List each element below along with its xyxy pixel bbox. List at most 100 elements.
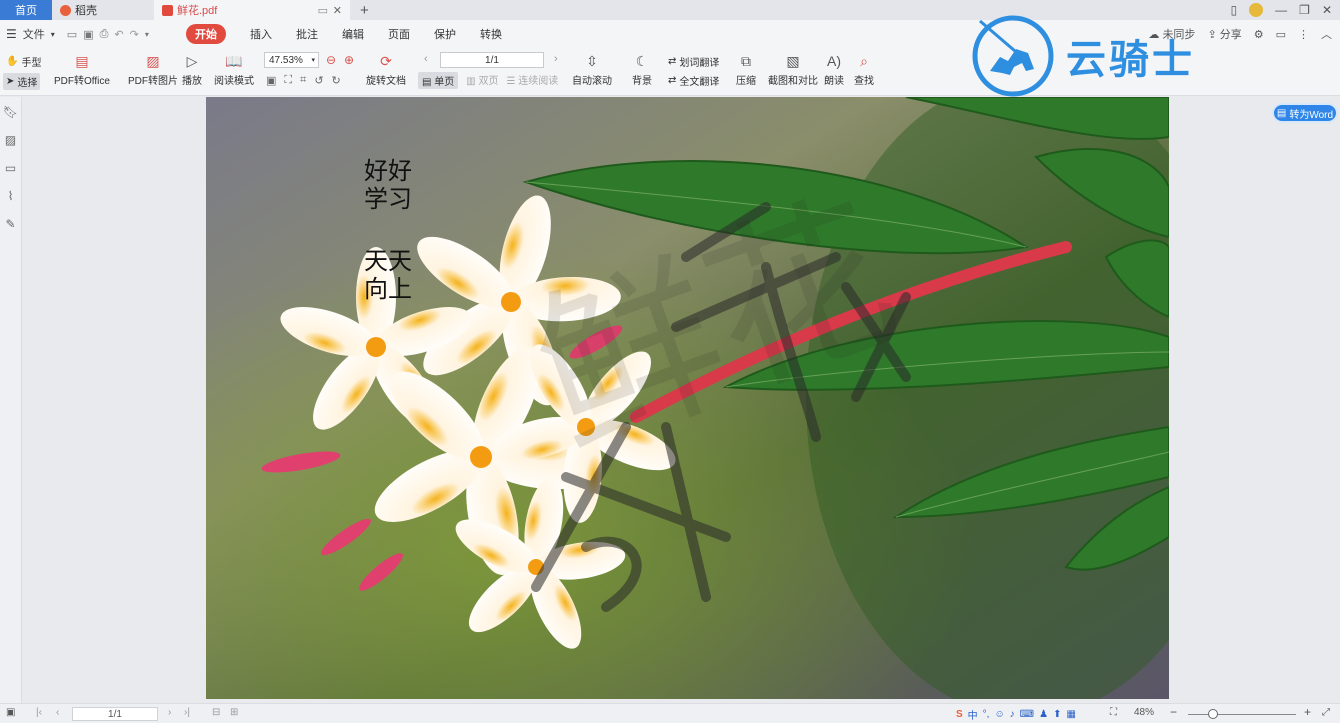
zoom-out-icon[interactable]: −	[1170, 705, 1177, 719]
pin-icon[interactable]: ▭	[318, 4, 328, 17]
tab-edit[interactable]: 编辑	[342, 26, 364, 42]
select-tool[interactable]: ➤ 选择	[3, 73, 41, 90]
tab-home[interactable]: 首页	[0, 0, 52, 20]
open-icon[interactable]: ▭	[67, 28, 77, 41]
zoom-slider-handle[interactable]	[1208, 709, 1218, 719]
compress-button[interactable]: ⧉ 压缩	[736, 52, 756, 88]
hand-tool[interactable]: ✋ 手型	[6, 54, 41, 69]
comment-icon[interactable]: ▭	[5, 161, 16, 175]
zoom-slider-track[interactable]	[1188, 714, 1296, 715]
double-page-label: 双页	[478, 76, 499, 87]
forward-view-icon[interactable]: ⊞	[230, 707, 238, 718]
chevron-down-icon[interactable]: ▾	[51, 30, 55, 39]
screenshot-compare-button[interactable]: ▧ 截图和对比	[768, 52, 818, 88]
background-button[interactable]: ☾ 背景	[632, 52, 652, 88]
thumbnail-icon[interactable]: ▨	[5, 133, 16, 147]
tab-page[interactable]: 页面	[388, 26, 410, 42]
tab-annotate[interactable]: 批注	[296, 26, 318, 42]
word-translate-label: 划词翻译	[679, 58, 720, 69]
double-page-button[interactable]: ▥ 双页	[466, 72, 498, 89]
rotate-right-icon[interactable]: ↻	[332, 74, 341, 87]
auto-scroll-button[interactable]: ⇳ 自动滚动	[572, 52, 612, 88]
zoom-in-icon[interactable]: +	[1304, 705, 1311, 719]
zoom-input[interactable]: 47.53% ▾	[264, 52, 319, 68]
rotate-left-icon[interactable]: ↺	[314, 74, 323, 87]
hamburger-icon[interactable]: ☰	[6, 27, 17, 41]
sogou-ime-icon: S	[956, 709, 963, 720]
page-number-input[interactable]: 1/1	[440, 52, 544, 68]
single-page-button[interactable]: ▤ 单页	[418, 72, 459, 89]
pdf-to-office-button[interactable]: ▤ PDF转Office	[54, 52, 110, 88]
comment-icon[interactable]: ▭	[1276, 28, 1286, 41]
next-page-icon[interactable]: ›	[554, 53, 558, 65]
tab-start[interactable]: 开始	[186, 24, 226, 44]
ime-user-icon: ♟	[1039, 709, 1049, 720]
play-label: 播放	[182, 76, 202, 87]
save-icon[interactable]: ▣	[83, 28, 93, 41]
read-mode-button[interactable]: 📖 阅读模式	[214, 52, 254, 88]
view-tools: ▣ ⛶ ⌗ ↺ ↻	[266, 74, 341, 87]
fit-icon[interactable]: ⛶	[1110, 707, 1117, 718]
prev-page-icon[interactable]: ‹	[424, 53, 428, 65]
pdf-icon	[162, 4, 173, 16]
actual-size-icon[interactable]: ▣	[266, 74, 276, 87]
status-bar: ▣ |‹ ‹ 1/1 › ›| ⊟ ⊞ S 中 °, ☺ ♪ ⌨ ♟ ⬆ ▦ ⛶…	[0, 703, 1340, 723]
tab-convert[interactable]: 转换	[480, 26, 502, 42]
ime-toolbar[interactable]: S 中 °, ☺ ♪ ⌨ ♟ ⬆ ▦	[956, 707, 1076, 722]
first-page-icon[interactable]: |‹	[36, 707, 42, 718]
restore-icon[interactable]: ❐	[1299, 3, 1310, 17]
page-text-line2: 学习	[364, 185, 412, 213]
sidebar-toggle-icon[interactable]: ▣	[6, 707, 15, 718]
find-button[interactable]: ⌕ 查找	[854, 52, 874, 88]
zoom-in-icon[interactable]: ⊕	[344, 53, 354, 67]
collapse-ribbon-icon[interactable]: ︿	[1321, 26, 1332, 42]
print-icon[interactable]: ⎙	[100, 28, 109, 41]
page-text-line1: 好好	[364, 157, 412, 185]
rotate-document-button[interactable]: ⟳ 旋转文档	[366, 52, 406, 88]
undo-icon[interactable]: ↶	[114, 28, 123, 41]
pdf-page: 好好 学习 天天 向上 鲜花	[206, 97, 1169, 699]
zoom-out-icon[interactable]: ⊖	[326, 53, 336, 67]
knight-logo-icon	[972, 15, 1054, 97]
continuous-read-button[interactable]: ☰ 连续阅读	[506, 72, 558, 89]
hand-icon: ✋	[6, 56, 19, 67]
pdf-to-image-label: PDF转图片	[128, 76, 178, 87]
attachment-icon[interactable]: ⌇	[8, 189, 14, 203]
status-zoom-value[interactable]: 48%	[1134, 707, 1154, 718]
back-view-icon[interactable]: ⊟	[212, 707, 220, 718]
signature-icon[interactable]: ✎	[5, 217, 15, 231]
fit-width-icon[interactable]: ⌗	[300, 74, 306, 87]
tab-document[interactable]: 鲜花.pdf ▭ ✕	[154, 0, 350, 20]
redo-icon[interactable]: ↷	[130, 28, 139, 41]
word-icon: ▤	[1276, 107, 1287, 119]
fullscreen-icon[interactable]: ⤢	[1322, 707, 1330, 718]
new-tab-icon[interactable]: +	[360, 0, 369, 20]
logo-text: 云骑士	[1066, 37, 1195, 83]
fit-page-icon[interactable]: ⛶	[284, 74, 292, 87]
tab-docer[interactable]: 稻壳	[52, 0, 154, 20]
minimize-icon[interactable]: —	[1275, 3, 1287, 17]
last-page-icon[interactable]: ›|	[184, 707, 190, 718]
tab-document-label: 鲜花.pdf	[177, 5, 218, 17]
more-vertical-icon[interactable]: ⋮	[1298, 28, 1309, 41]
close-window-icon[interactable]: ✕	[1322, 3, 1332, 17]
status-page-input[interactable]: 1/1	[72, 707, 158, 721]
tab-insert[interactable]: 插入	[250, 26, 272, 42]
play-button[interactable]: ▷ 播放	[182, 52, 202, 88]
tab-protect[interactable]: 保护	[434, 26, 456, 42]
read-aloud-button[interactable]: A) 朗读	[824, 52, 844, 87]
more-icon[interactable]: ▾	[145, 30, 149, 39]
full-translate-button[interactable]: ⇄ 全文翻译	[668, 73, 719, 88]
pdf-to-image-button[interactable]: ▨ PDF转图片	[128, 52, 178, 88]
tab-docer-label: 稻壳	[75, 5, 97, 17]
prev-page-icon[interactable]: ‹	[56, 707, 59, 718]
next-page-icon[interactable]: ›	[168, 707, 171, 718]
word-translate-button[interactable]: ⇄ 划词翻译	[668, 54, 719, 69]
close-tab-icon[interactable]: ✕	[333, 4, 342, 17]
bookmark-icon[interactable]: 🔖︎	[3, 105, 18, 119]
file-menu[interactable]: 文件	[23, 26, 45, 42]
speaker-icon: A)	[827, 53, 841, 69]
convert-to-word-button[interactable]: ▤ 转为Word	[1272, 103, 1338, 123]
ime-grid-icon: ▦	[1066, 709, 1076, 720]
convert-to-word-label: 转为Word	[1289, 109, 1334, 121]
